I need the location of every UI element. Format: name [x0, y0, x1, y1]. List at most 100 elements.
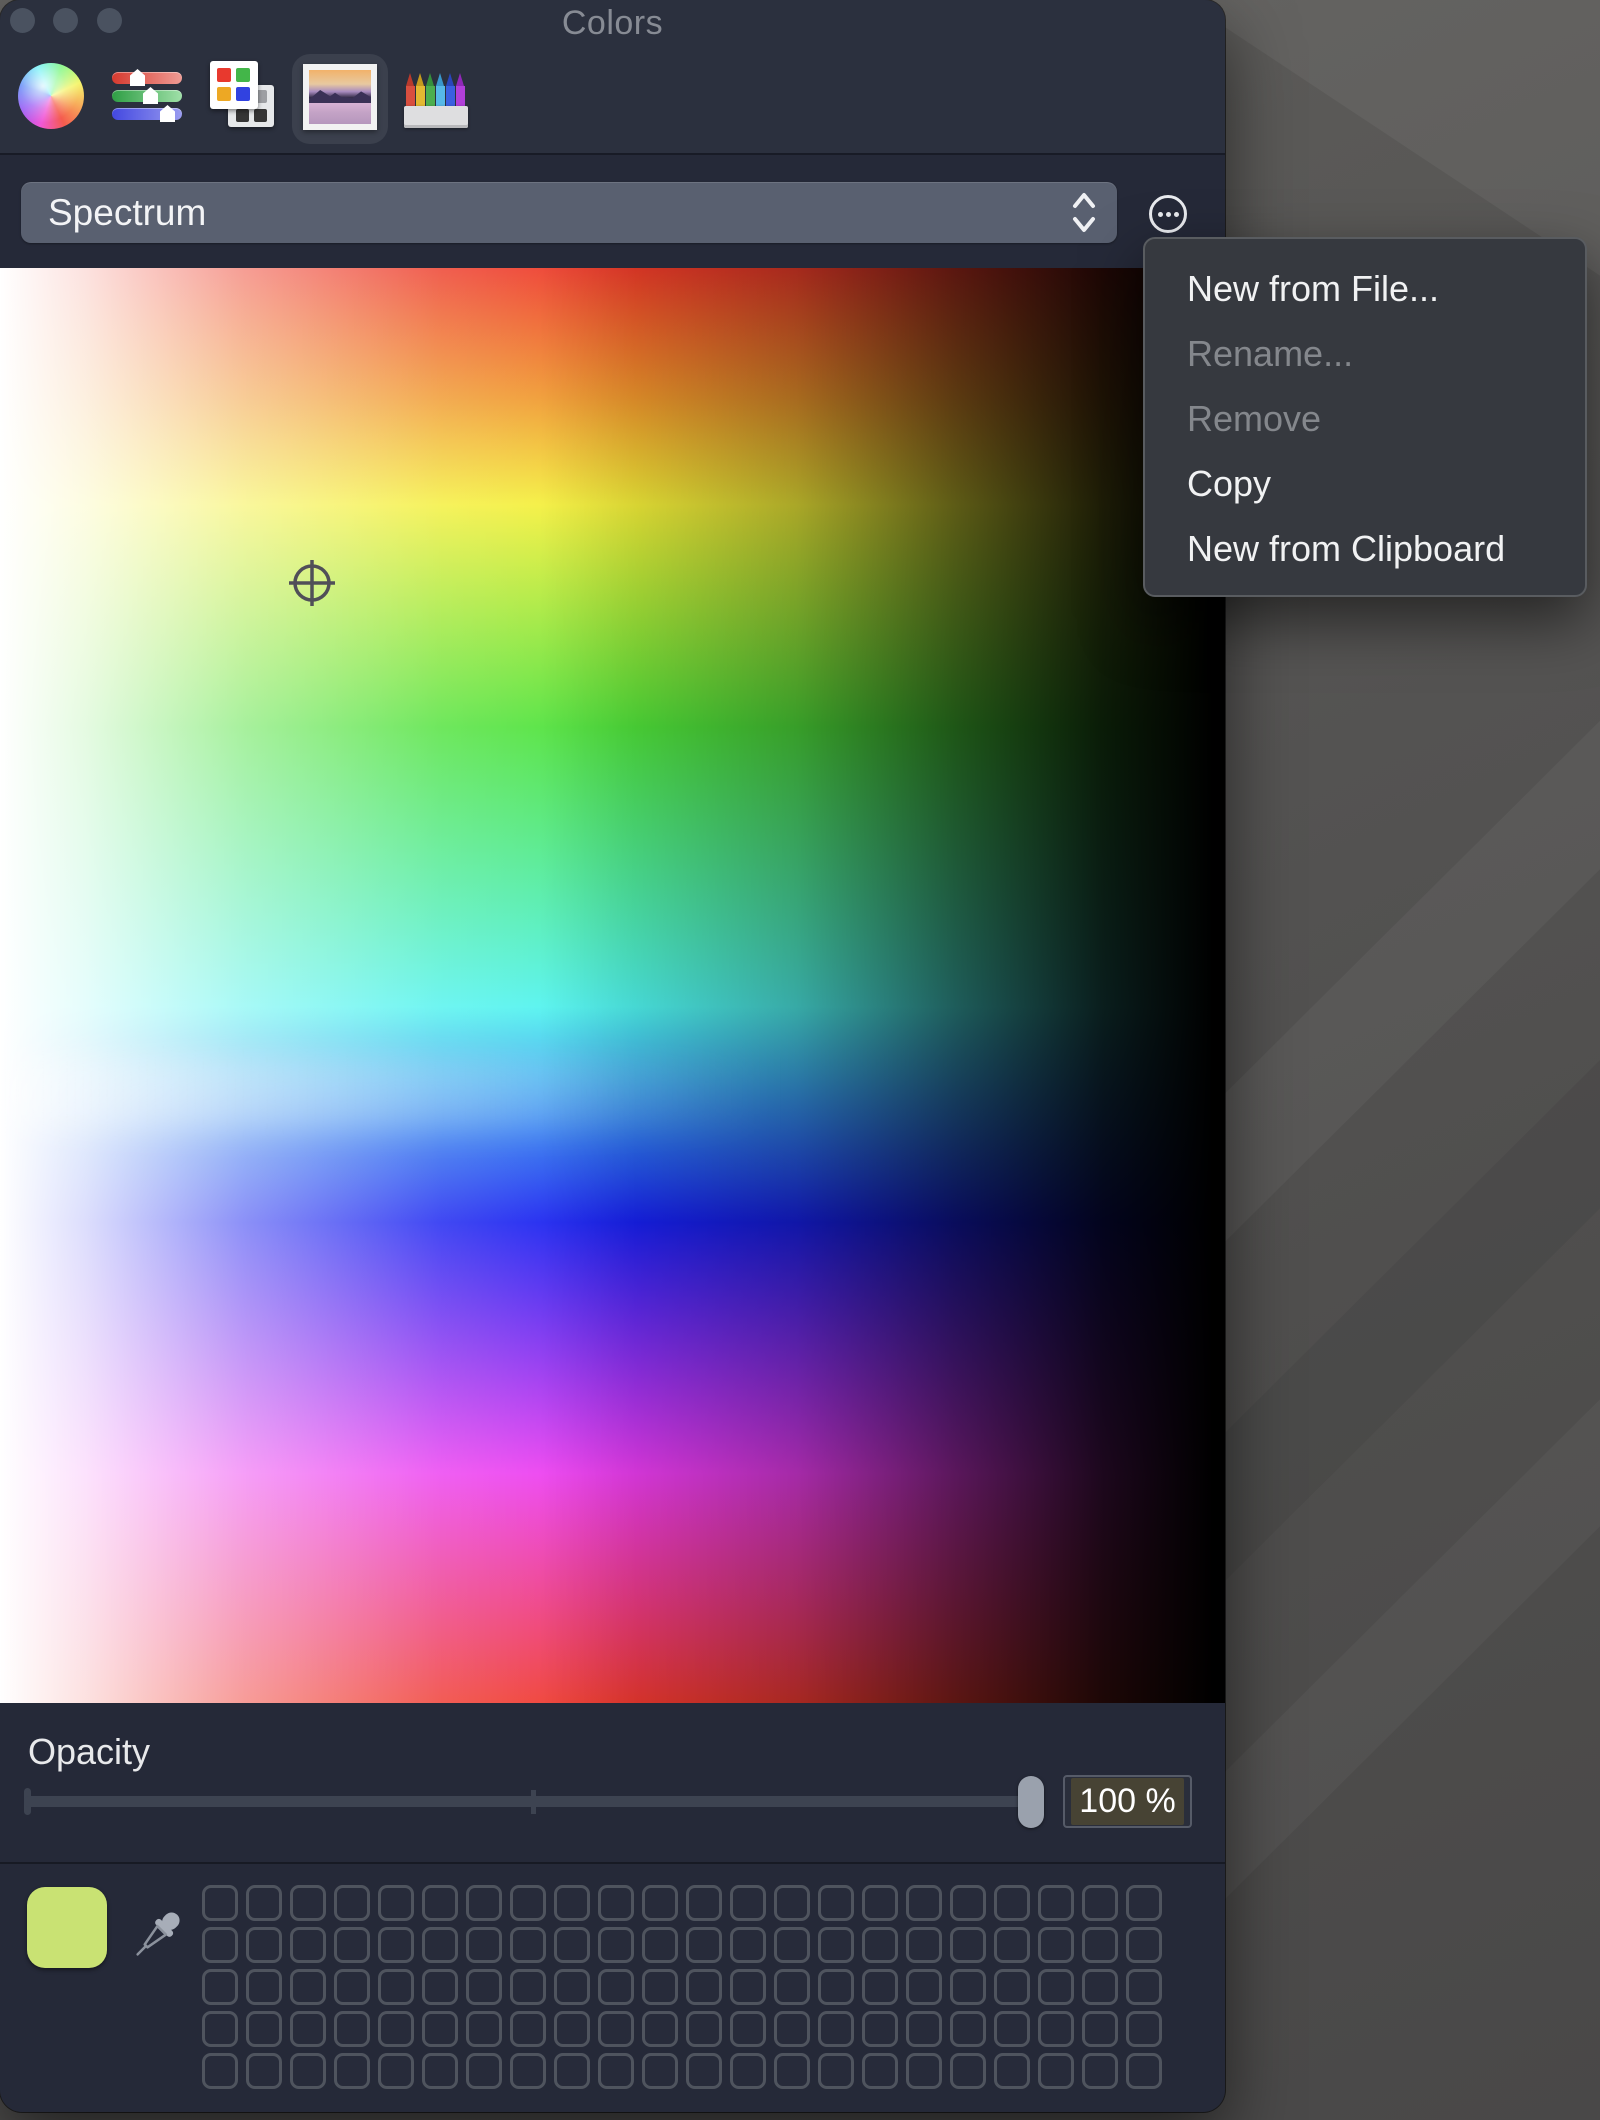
swatch-cell[interactable]: [818, 1927, 854, 1963]
swatch-cell[interactable]: [862, 2011, 898, 2047]
swatch-cell[interactable]: [554, 1885, 590, 1921]
swatch-cell[interactable]: [598, 2011, 634, 2047]
opacity-slider-track[interactable]: [24, 1796, 1024, 1807]
menu-item-new-from-clipboard[interactable]: New from Clipboard: [1145, 516, 1585, 581]
swatch-cell[interactable]: [730, 1927, 766, 1963]
swatch-cell[interactable]: [906, 2053, 942, 2089]
swatch-cell[interactable]: [1038, 2053, 1074, 2089]
swatch-cell[interactable]: [862, 1885, 898, 1921]
swatch-cell[interactable]: [510, 1885, 546, 1921]
swatch-cell[interactable]: [1082, 1885, 1118, 1921]
swatch-cell[interactable]: [950, 1885, 986, 1921]
swatch-cell[interactable]: [422, 1885, 458, 1921]
swatch-cell[interactable]: [686, 1927, 722, 1963]
swatch-cell[interactable]: [818, 2011, 854, 2047]
swatch-cell[interactable]: [246, 1927, 282, 1963]
swatch-cell[interactable]: [818, 1969, 854, 2005]
swatch-cell[interactable]: [202, 1969, 238, 2005]
swatch-cell[interactable]: [686, 1885, 722, 1921]
swatch-cell[interactable]: [1038, 2011, 1074, 2047]
swatch-cell[interactable]: [202, 1927, 238, 1963]
swatch-cell[interactable]: [862, 1969, 898, 2005]
swatch-cell[interactable]: [422, 1927, 458, 1963]
swatch-cell[interactable]: [466, 2053, 502, 2089]
swatch-cell[interactable]: [774, 1927, 810, 1963]
swatch-cell[interactable]: [598, 1885, 634, 1921]
swatch-cell[interactable]: [466, 1885, 502, 1921]
swatch-cell[interactable]: [598, 1969, 634, 2005]
swatch-cell[interactable]: [994, 1927, 1030, 1963]
swatch-cell[interactable]: [554, 1969, 590, 2005]
swatch-cell[interactable]: [818, 2053, 854, 2089]
swatch-cell[interactable]: [378, 1927, 414, 1963]
swatch-cell[interactable]: [1126, 2053, 1162, 2089]
swatch-cell[interactable]: [642, 1927, 678, 1963]
swatch-cell[interactable]: [334, 2011, 370, 2047]
image-palettes-icon-selected[interactable]: [292, 54, 388, 144]
swatch-cell[interactable]: [774, 2011, 810, 2047]
swatch-cell[interactable]: [334, 1969, 370, 2005]
swatch-cell[interactable]: [1038, 1969, 1074, 2005]
swatch-cell[interactable]: [642, 1969, 678, 2005]
swatch-cell[interactable]: [554, 2053, 590, 2089]
swatch-cell[interactable]: [466, 2011, 502, 2047]
swatch-cell[interactable]: [642, 1885, 678, 1921]
swatch-cell[interactable]: [1126, 1927, 1162, 1963]
swatch-cell[interactable]: [202, 2053, 238, 2089]
swatch-cell[interactable]: [1082, 1927, 1118, 1963]
swatch-cell[interactable]: [994, 2053, 1030, 2089]
swatch-cell[interactable]: [290, 1885, 326, 1921]
swatch-cell[interactable]: [290, 2011, 326, 2047]
swatch-cell[interactable]: [378, 1885, 414, 1921]
menu-item-copy[interactable]: Copy: [1145, 451, 1585, 516]
swatch-cell[interactable]: [378, 2053, 414, 2089]
menu-item-new-from-file[interactable]: New from File...: [1145, 256, 1585, 321]
swatch-cell[interactable]: [1082, 1969, 1118, 2005]
color-wheel-icon[interactable]: [18, 63, 84, 129]
swatch-cell[interactable]: [422, 2053, 458, 2089]
swatch-cell[interactable]: [686, 2011, 722, 2047]
swatch-cell[interactable]: [598, 2053, 634, 2089]
swatch-cell[interactable]: [334, 1885, 370, 1921]
swatch-cell[interactable]: [950, 2053, 986, 2089]
opacity-value-field[interactable]: 100 %: [1063, 1775, 1192, 1828]
swatch-cell[interactable]: [378, 1969, 414, 2005]
swatch-cell[interactable]: [290, 1927, 326, 1963]
swatch-cell[interactable]: [246, 1885, 282, 1921]
swatch-cell[interactable]: [510, 1969, 546, 2005]
swatch-cell[interactable]: [994, 1885, 1030, 1921]
swatch-cell[interactable]: [422, 1969, 458, 2005]
palette-actions-button[interactable]: [1149, 195, 1187, 233]
swatch-cell[interactable]: [202, 2011, 238, 2047]
swatch-cell[interactable]: [906, 1927, 942, 1963]
swatch-cell[interactable]: [1126, 1969, 1162, 2005]
swatch-cell[interactable]: [334, 1927, 370, 1963]
swatch-cell[interactable]: [730, 1969, 766, 2005]
swatch-cell[interactable]: [1126, 2011, 1162, 2047]
swatch-cell[interactable]: [554, 1927, 590, 1963]
swatch-cell[interactable]: [862, 1927, 898, 1963]
swatch-cell[interactable]: [554, 2011, 590, 2047]
swatch-cell[interactable]: [466, 1969, 502, 2005]
swatch-cell[interactable]: [1082, 2053, 1118, 2089]
swatch-cell[interactable]: [378, 2011, 414, 2047]
swatch-cell[interactable]: [1082, 2011, 1118, 2047]
eyedropper-icon[interactable]: [126, 1904, 186, 1968]
swatch-cell[interactable]: [290, 2053, 326, 2089]
swatch-cell[interactable]: [1038, 1885, 1074, 1921]
swatch-cell[interactable]: [906, 1885, 942, 1921]
swatch-cell[interactable]: [818, 1885, 854, 1921]
pencils-icon[interactable]: [404, 66, 470, 128]
swatch-cell[interactable]: [202, 1885, 238, 1921]
swatch-cell[interactable]: [730, 2053, 766, 2089]
palette-dropdown[interactable]: Spectrum: [21, 182, 1117, 243]
swatch-cell[interactable]: [422, 2011, 458, 2047]
opacity-slider-thumb[interactable]: [1018, 1776, 1044, 1828]
swatch-cell[interactable]: [730, 1885, 766, 1921]
swatch-cell[interactable]: [642, 2011, 678, 2047]
swatch-cell[interactable]: [334, 2053, 370, 2089]
swatch-cell[interactable]: [1126, 1885, 1162, 1921]
current-color-swatch[interactable]: [27, 1887, 107, 1968]
color-palettes-icon[interactable]: [210, 61, 276, 129]
swatch-cell[interactable]: [862, 2053, 898, 2089]
